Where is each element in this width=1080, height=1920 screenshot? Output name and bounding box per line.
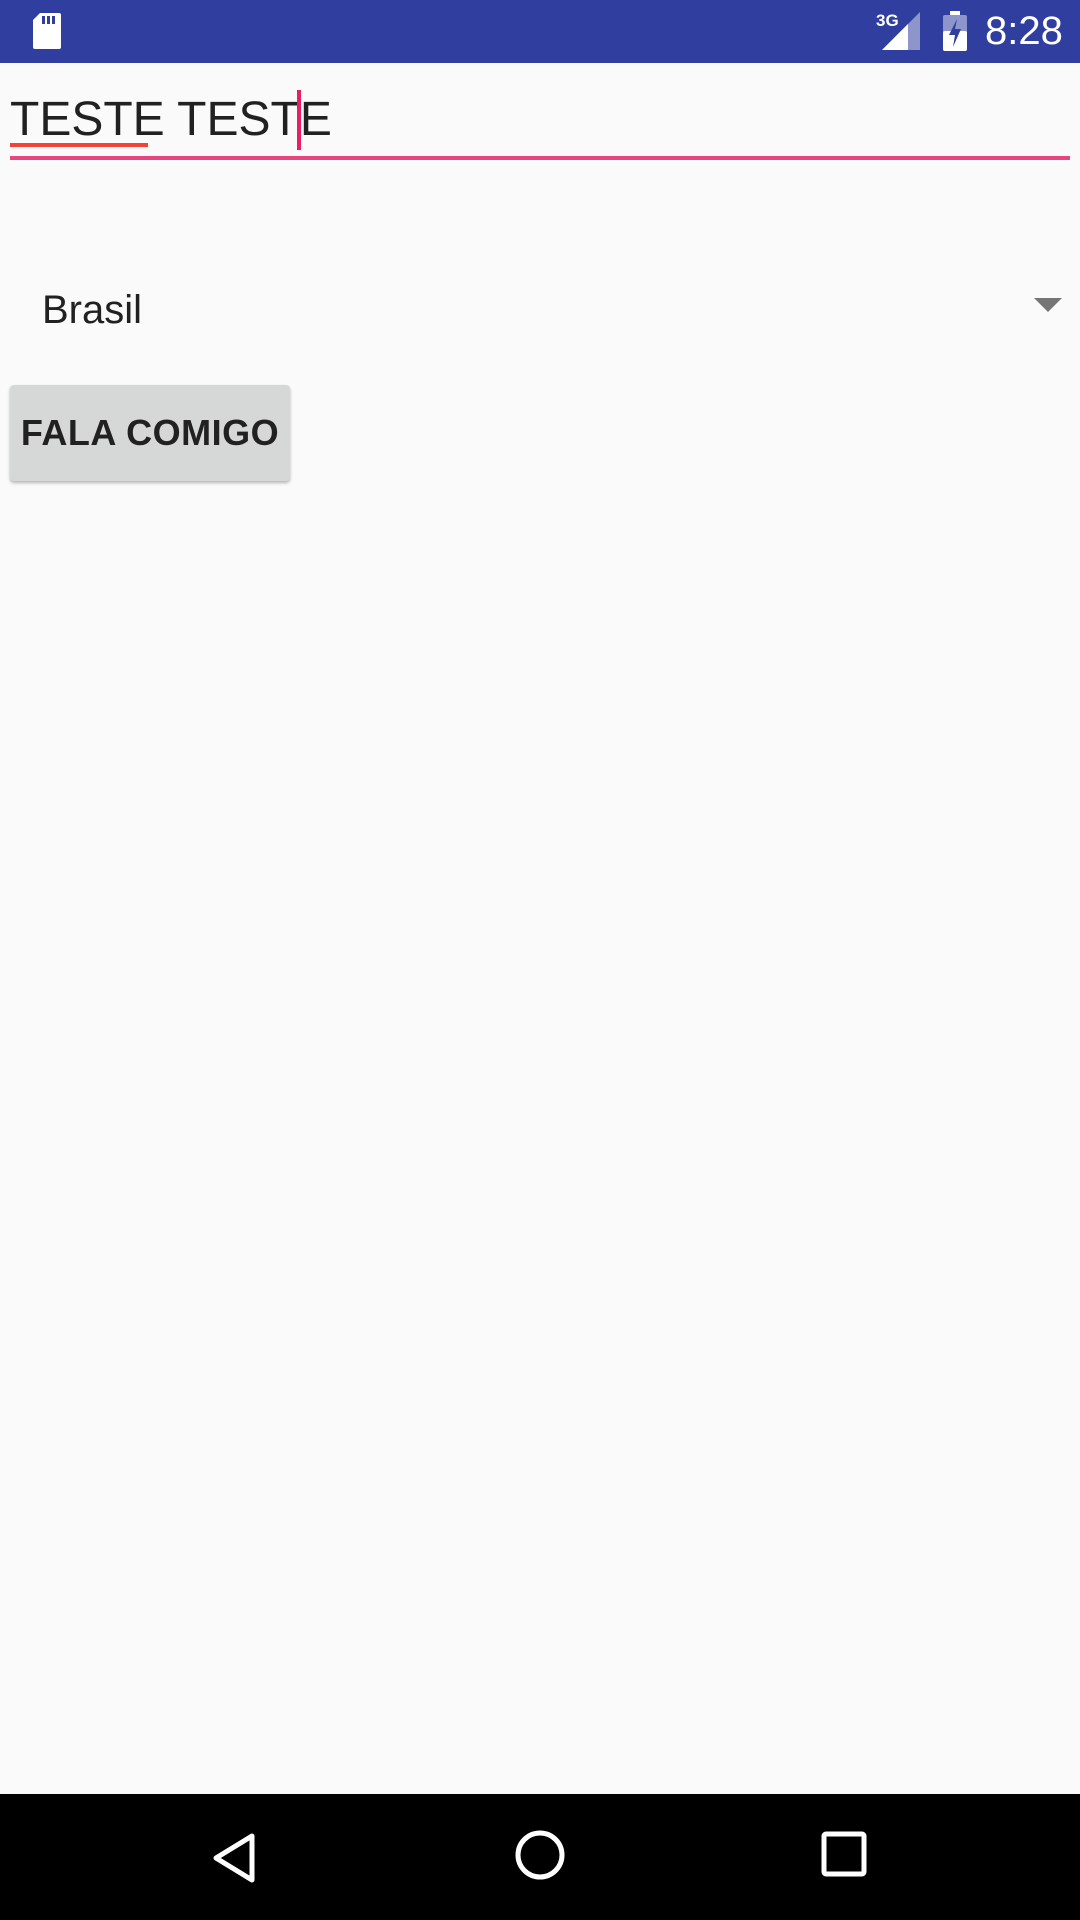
sd-card-icon <box>33 13 61 49</box>
text-cursor <box>297 90 301 150</box>
recents-icon[interactable] <box>820 1830 868 1878</box>
spinner-selected-value: Brasil <box>42 288 143 332</box>
cell-signal-icon: 3G <box>876 11 920 50</box>
fala-comigo-button[interactable]: FALA COMIGO <box>10 385 290 481</box>
text-input-value[interactable]: TESTE TESTE <box>10 90 332 150</box>
status-clock: 8:28 <box>985 9 1063 53</box>
status-bar: 3G 8:28 <box>0 0 1080 63</box>
spellcheck-underline <box>10 143 148 147</box>
input-underline <box>10 156 1070 160</box>
battery-charging-icon <box>943 11 967 51</box>
navigation-bar <box>0 1794 1080 1920</box>
text-input-field[interactable]: TESTE TESTE <box>10 88 1070 160</box>
dropdown-arrow-icon <box>1034 298 1062 312</box>
app-screen: 3G 8:28 TESTE TESTE Brasil FALA COMIGO <box>0 0 1080 1920</box>
back-icon[interactable] <box>208 1830 264 1886</box>
home-icon[interactable] <box>512 1827 568 1883</box>
country-spinner[interactable]: Brasil <box>10 270 1070 350</box>
network-type-label: 3G <box>876 11 899 30</box>
